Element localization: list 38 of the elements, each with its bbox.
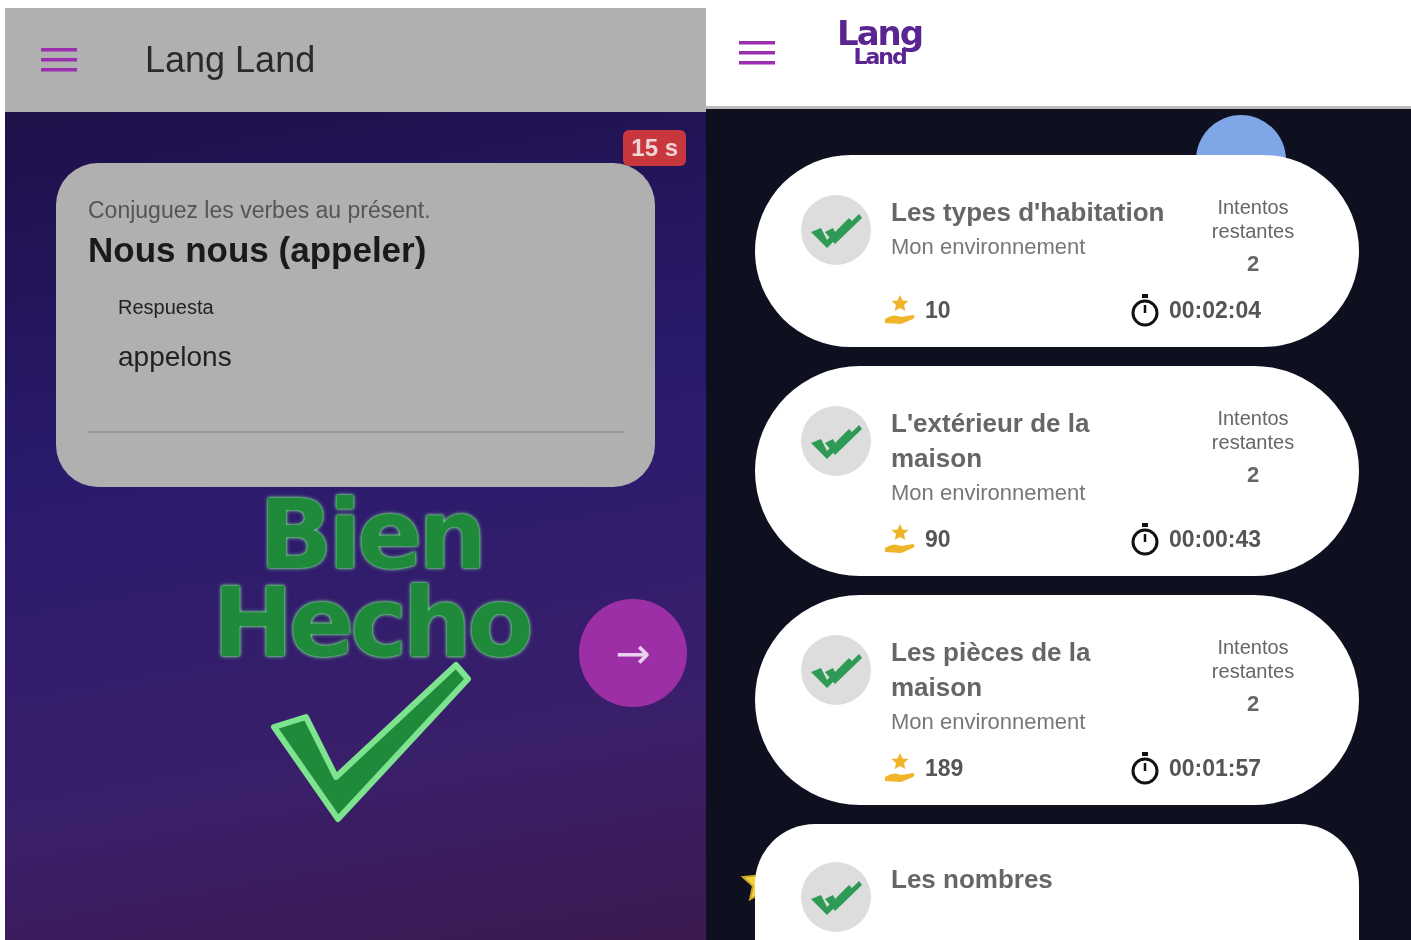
star-in-hand-icon — [883, 293, 917, 327]
attempts-label: Intentos restantes — [1210, 635, 1296, 683]
question-text: Nous nous (appeler) — [88, 230, 428, 270]
lesson-title: Les pièces de la maison — [891, 636, 1092, 704]
attempts-label: Intentos restantes — [1210, 406, 1296, 454]
time-value: 00:02:04 — [1168, 296, 1261, 324]
lesson-card[interactable]: Les types d'habitation Mon environnement Intentos restantes 2 10 00:02:04 — [755, 155, 1359, 347]
time-value: 00:01:57 — [1168, 754, 1261, 782]
time-value: 00:00:43 — [1168, 525, 1261, 553]
lesson-subtitle: Mon environnement — [891, 480, 1087, 506]
app-title: Lang Land — [145, 39, 316, 81]
instruction-text: Conjuguez les verbes au présent. — [88, 197, 432, 224]
lesson-card[interactable]: Les nombres — [755, 824, 1359, 940]
app-logo: Lang Land — [837, 19, 923, 72]
timer-badge: 15 s — [623, 130, 686, 166]
feedback-text: Bien Hecho — [211, 491, 531, 667]
attempts-count: 2 — [1245, 462, 1261, 488]
attempts-label: Intentos restantes — [1210, 195, 1296, 243]
lesson-subtitle: Mon environnement — [891, 234, 1087, 260]
lesson-card[interactable]: L'extérieur de la maison Mon environnement Intentos restantes 2 90 00:00:43 — [755, 366, 1359, 576]
menu-icon[interactable] — [41, 47, 77, 73]
lesson-title: Les types d'habitation — [891, 196, 1166, 229]
attempts-count: 2 — [1245, 691, 1261, 717]
score-value: 10 — [925, 296, 951, 324]
score-value: 90 — [925, 525, 951, 553]
lesson-title: Les nombres — [891, 863, 1054, 896]
answer-field[interactable]: Respuesta appelons — [88, 296, 625, 433]
next-button[interactable]: → — [579, 599, 687, 707]
star-in-hand-icon — [883, 751, 917, 785]
star-in-hand-icon — [883, 522, 917, 556]
lesson-card[interactable]: Les pièces de la maison Mon environnement Intentos restantes 2 189 00:01:57 — [755, 595, 1359, 805]
field-label: Respuesta — [118, 296, 215, 319]
menu-icon[interactable] — [739, 40, 775, 66]
lesson-subtitle: Mon environnement — [891, 709, 1087, 735]
score-value: 189 — [925, 754, 964, 782]
attempts-count: 2 — [1245, 251, 1261, 277]
field-value: appelons — [118, 341, 233, 373]
lesson-title: L'extérieur de la maison — [891, 407, 1091, 475]
